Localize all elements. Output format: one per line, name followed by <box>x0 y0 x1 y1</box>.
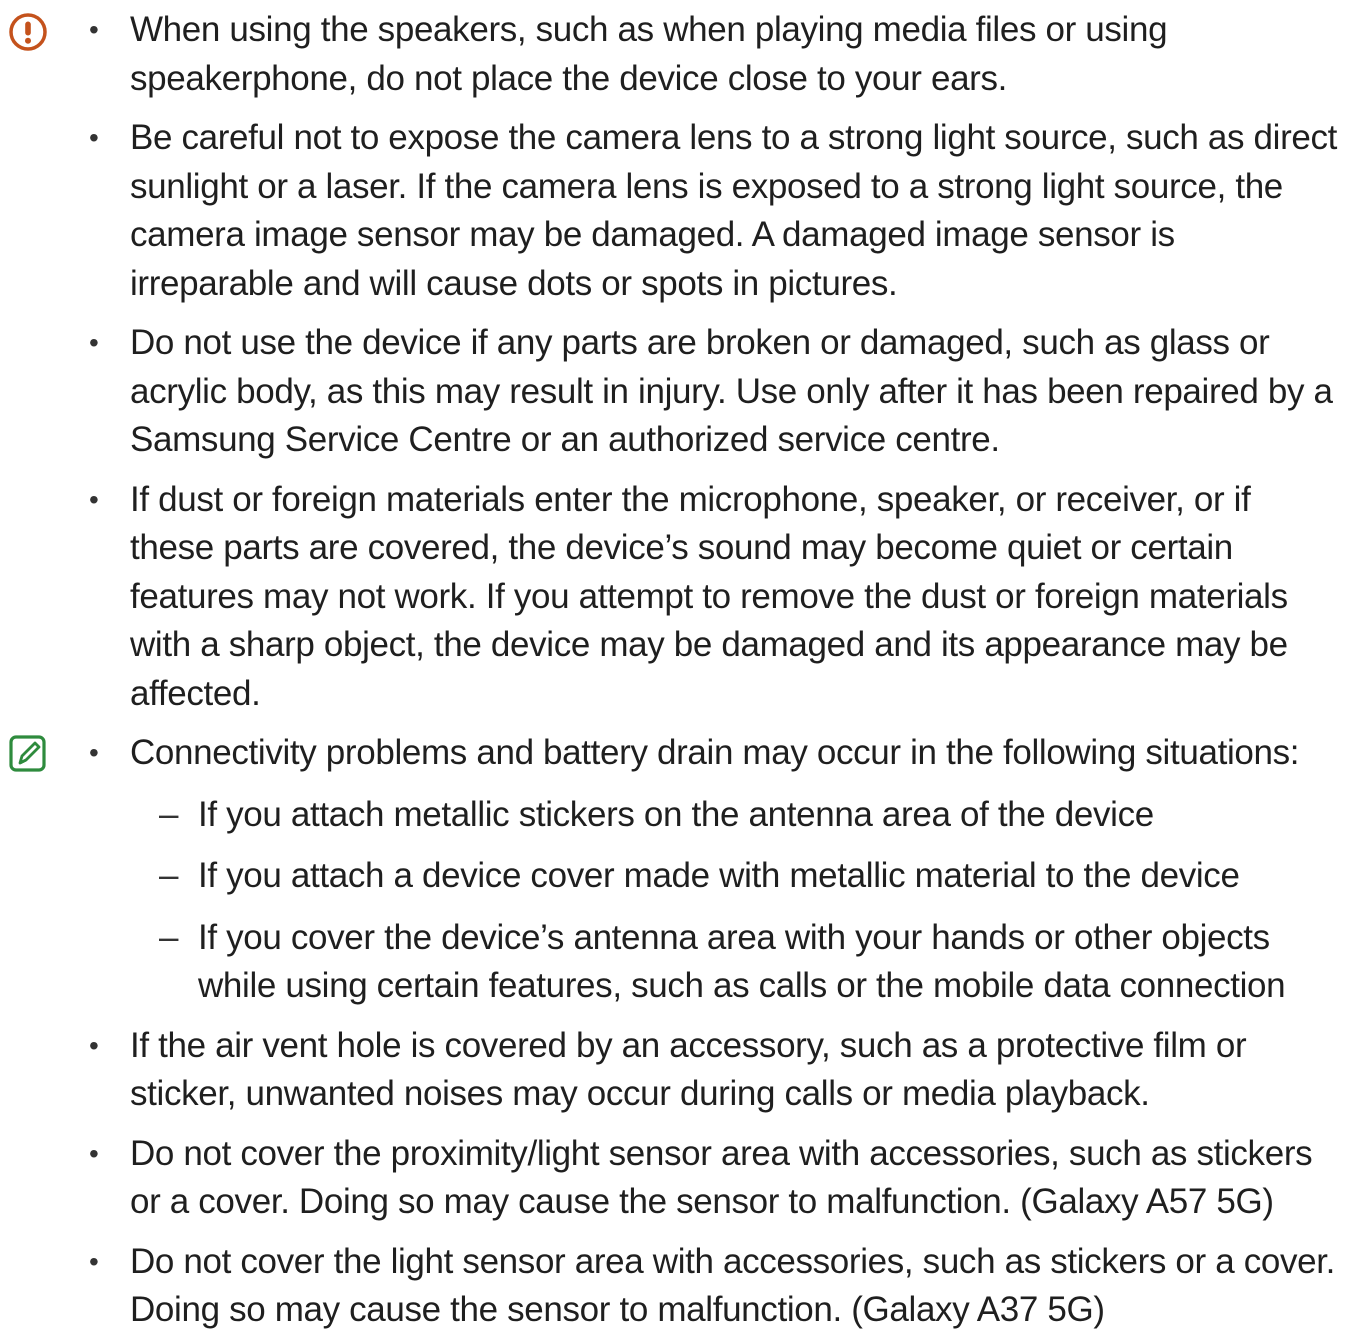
list-item-text: Do not use the device if any parts are b… <box>130 323 1333 459</box>
dash: – <box>159 917 179 957</box>
sublist-item: – If you attach metallic stickers on the… <box>130 791 1341 840</box>
list-item-text: Connectivity problems and battery drain … <box>130 733 1300 772</box>
list-item-text: If the air vent hole is covered by an ac… <box>130 1025 1247 1114</box>
list-item-text: Do not cover the light sensor area with … <box>130 1241 1335 1330</box>
sublist-item: – If you cover the device’s antenna area… <box>130 914 1341 1011</box>
sublist-item-text: If you attach a device cover made with m… <box>198 856 1240 895</box>
bullet: • <box>89 327 99 358</box>
dash: – <box>159 856 179 895</box>
connectivity-sublist: – If you attach metallic stickers on the… <box>130 791 1341 1011</box>
bullet: • <box>89 122 99 153</box>
note-list: • Connectivity problems and battery drai… <box>0 729 1349 1335</box>
sublist-item-text: If you attach metallic stickers on the a… <box>198 794 1154 834</box>
list-item-text: When using the speakers, such as when pl… <box>130 10 1168 98</box>
list-item-text: If dust or foreign materials enter the m… <box>130 479 1288 713</box>
sublist-item: – If you attach a device cover made with… <box>130 852 1341 901</box>
bullet: • <box>89 14 99 45</box>
bullet: • <box>89 1029 99 1061</box>
list-item: • Do not cover the light sensor area wit… <box>0 1238 1349 1335</box>
list-item-text: Be careful not to expose the camera lens… <box>130 118 1338 303</box>
dash: – <box>159 794 179 834</box>
note-section: • Connectivity problems and battery drai… <box>0 729 1349 1335</box>
bullet: • <box>89 483 99 515</box>
list-item: • Do not use the device if any parts are… <box>0 319 1349 465</box>
caution-list: • When using the speakers, such as when … <box>0 6 1349 718</box>
list-item: • Connectivity problems and battery drai… <box>0 729 1349 1011</box>
bullet: • <box>89 1137 99 1169</box>
bullet: • <box>89 737 99 768</box>
caution-section: • When using the speakers, such as when … <box>0 0 1349 718</box>
list-item: • If dust or foreign materials enter the… <box>0 476 1349 719</box>
list-item: • Be careful not to expose the camera le… <box>0 114 1349 308</box>
list-item: • If the air vent hole is covered by an … <box>0 1022 1349 1119</box>
list-item: • When using the speakers, such as when … <box>0 6 1349 103</box>
list-item: • Do not cover the proximity/light senso… <box>0 1130 1349 1227</box>
sublist-item-text: If you cover the device’s antenna area w… <box>198 917 1286 1006</box>
list-item-text: Do not cover the proximity/light sensor … <box>130 1133 1313 1222</box>
